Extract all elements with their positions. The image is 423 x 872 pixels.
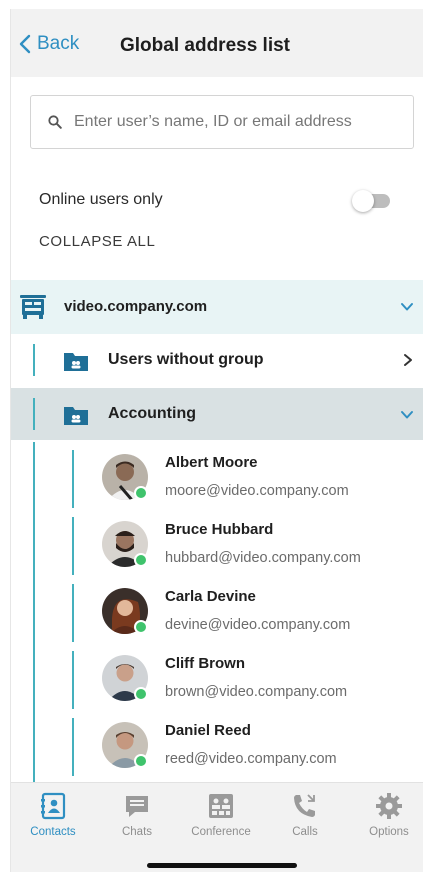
contacts-icon [41,792,66,820]
header-bar: Back Global address list [11,9,423,77]
online-status-dot [134,620,148,634]
group-row-accounting[interactable]: Accounting [11,388,423,440]
search-icon [48,115,62,129]
user-row[interactable]: Bruce Hubbard hubbard@video.company.com [11,511,423,578]
user-email: hubbard@video.company.com [165,550,361,566]
app-screen: Back Global address list Online users on… [10,9,423,872]
nav-options[interactable]: Options [354,791,423,838]
online-status-dot [134,553,148,567]
user-name: Bruce Hubbard [165,521,274,538]
tree-line [72,718,74,776]
user-row[interactable]: Cliff Brown brown@video.company.com [11,645,423,712]
chat-icon [126,796,148,817]
domain-row[interactable]: video.company.com [11,280,423,334]
online-status-dot [134,687,148,701]
nav-label: Options [369,826,409,838]
back-button[interactable]: Back [19,33,79,55]
chevron-left-icon [19,34,31,54]
nav-conference[interactable]: Conference [186,791,256,838]
online-status-dot [134,486,148,500]
user-row[interactable]: Carla Devine devine@video.company.com [11,578,423,645]
bottom-nav: Contacts Chats Conference Calls Options [11,782,423,872]
calls-icon [294,794,315,817]
nav-label: Calls [292,826,318,838]
online-users-toggle[interactable] [352,190,392,212]
search-input[interactable] [74,113,394,131]
tree-line [33,344,35,376]
online-status-dot [134,754,148,768]
group-folder-icon [64,353,88,371]
user-name: Albert Moore [165,454,258,471]
nav-label: Contacts [30,826,76,838]
user-row[interactable]: Albert Moore moore@video.company.com [11,444,423,511]
user-list: Albert Moore moore@video.company.com Bru… [11,442,423,782]
user-email: brown@video.company.com [165,684,348,700]
nav-contacts[interactable]: Contacts [18,791,88,838]
tree-line [72,584,74,642]
group-label: Users without group [108,351,264,368]
nav-label: Conference [191,826,251,838]
domain-label: video.company.com [64,298,208,315]
nav-label: Chats [121,826,153,838]
tree-line [72,450,74,508]
nav-calls[interactable]: Calls [270,791,340,838]
conference-icon [209,794,233,818]
group-folder-icon [64,407,88,425]
home-indicator [147,863,297,868]
tree-line [72,517,74,575]
server-icon [20,295,46,319]
chevron-right-icon [404,354,412,366]
gear-icon [376,793,402,819]
online-users-label: Online users only [39,191,163,208]
user-email: devine@video.company.com [165,617,351,633]
collapse-all-button[interactable]: COLLAPSE ALL [39,233,155,250]
search-box[interactable] [30,95,414,149]
group-label: Accounting [108,405,196,422]
user-name: Carla Devine [165,588,256,605]
tree-line [33,398,35,430]
user-row[interactable]: Daniel Reed reed@video.company.com [11,712,423,779]
user-name: Cliff Brown [165,655,245,672]
group-row-users-without-group[interactable]: Users without group [11,334,423,386]
chevron-down-icon [401,411,413,419]
user-email: moore@video.company.com [165,483,349,499]
tree-line [72,651,74,709]
back-label: Back [37,33,80,54]
nav-chats[interactable]: Chats [102,791,172,838]
chevron-down-icon [401,303,413,311]
user-email: reed@video.company.com [165,751,337,767]
page-title: Global address list [120,35,290,56]
toggle-knob [352,190,374,212]
user-name: Daniel Reed [165,722,251,739]
